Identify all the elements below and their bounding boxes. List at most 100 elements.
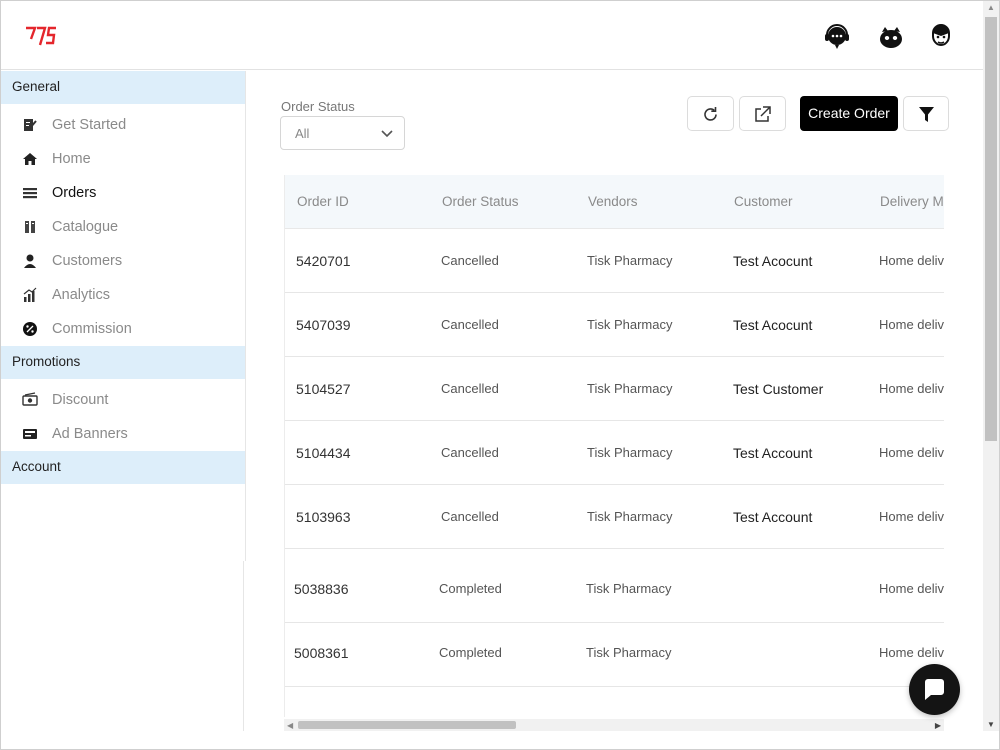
sidebar-item-customers[interactable]: Customers xyxy=(1,244,245,278)
chat-bubble-icon xyxy=(925,679,944,700)
sidebar-item-orders[interactable]: Orders xyxy=(1,176,245,210)
refresh-button[interactable] xyxy=(687,96,734,131)
sidebar-item-catalogue[interactable]: Catalogue xyxy=(1,210,245,244)
delivery-method: Home deliv xyxy=(879,317,944,332)
column-header-delivery-method[interactable]: Delivery M xyxy=(880,194,944,209)
brand-logo[interactable] xyxy=(25,25,59,49)
sidebar-section-account: Account xyxy=(1,451,245,484)
sidebar-item-commission[interactable]: Commission xyxy=(1,312,245,346)
chat-widget-button[interactable] xyxy=(909,664,960,715)
order-status-select-value: All xyxy=(295,126,310,141)
customer-name: Test Acocunt xyxy=(733,317,813,333)
edit-doc-icon xyxy=(24,119,37,131)
analytics-icon xyxy=(23,287,37,302)
sidebar-item-label: Commission xyxy=(52,321,132,337)
column-header-order-id[interactable]: Order ID xyxy=(297,194,349,209)
table-row[interactable]: 5038836 Completed Tisk Pharmacy Home del… xyxy=(285,559,944,623)
delivery-method: Home deliv xyxy=(879,581,944,596)
sidebar-item-label: Get Started xyxy=(52,117,127,133)
table-header: Order ID Order Status Vendors Customer D… xyxy=(285,175,944,229)
home-icon xyxy=(23,153,37,165)
horizontal-scroll-thumb[interactable] xyxy=(298,721,516,729)
vertical-scroll-thumb[interactable] xyxy=(985,17,997,441)
order-id: 5104527 xyxy=(296,381,351,397)
order-status: Completed xyxy=(439,581,502,596)
filter-button[interactable] xyxy=(903,96,949,131)
sidebar-item-label: Customers xyxy=(52,253,123,269)
order-id: 5038836 xyxy=(294,581,349,597)
order-status: Cancelled xyxy=(441,381,499,396)
percent-icon xyxy=(23,322,37,336)
order-id: 5104434 xyxy=(296,445,351,461)
scroll-right-arrow-icon[interactable]: ▶ xyxy=(935,721,941,730)
vendor-name: Tisk Pharmacy xyxy=(587,381,673,396)
sidebar-item-analytics[interactable]: Analytics xyxy=(1,278,245,312)
vendor-name: Tisk Pharmacy xyxy=(587,253,673,268)
top-bar xyxy=(1,1,983,70)
create-order-button[interactable]: Create Order xyxy=(800,96,898,131)
order-id: 5008361 xyxy=(294,645,349,661)
column-header-vendors[interactable]: Vendors xyxy=(588,194,638,209)
chevron-down-icon xyxy=(381,130,393,138)
order-status-select[interactable]: All xyxy=(280,116,405,150)
vendor-name: Tisk Pharmacy xyxy=(586,645,672,660)
table-row[interactable]: 5103963 Cancelled Tisk Pharmacy Test Acc… xyxy=(285,485,944,549)
customer-icon xyxy=(24,254,36,268)
table-row[interactable]: 5008361 Completed Tisk Pharmacy Home del… xyxy=(285,623,944,687)
table-row[interactable]: 5420701 Cancelled Tisk Pharmacy Test Aco… xyxy=(285,229,944,293)
table-row[interactable]: 5104527 Cancelled Tisk Pharmacy Test Cus… xyxy=(285,357,944,421)
sidebar-item-home[interactable]: Home xyxy=(1,142,245,176)
sidebar: General Get Started Home Orders Catalogu… xyxy=(1,71,246,561)
horizontal-scrollbar[interactable]: ◀ ▶ xyxy=(284,719,944,731)
sidebar-section-general: General xyxy=(1,71,245,104)
support-chat-icon[interactable] xyxy=(823,23,851,51)
sidebar-section-promotions: Promotions xyxy=(1,346,245,379)
external-link-icon xyxy=(755,106,771,122)
delivery-method: Home deliv xyxy=(879,509,944,524)
scroll-left-arrow-icon[interactable]: ◀ xyxy=(287,721,293,730)
filter-funnel-icon xyxy=(919,107,934,122)
sidebar-empty-area xyxy=(1,561,244,731)
robot-icon[interactable] xyxy=(877,23,905,51)
order-id: 5407039 xyxy=(296,317,351,333)
user-avatar-icon[interactable] xyxy=(927,23,955,51)
customer-name: Test Customer xyxy=(733,381,824,397)
vendor-name: Tisk Pharmacy xyxy=(586,581,672,596)
order-status: Cancelled xyxy=(441,317,499,332)
orders-table: Order ID Order Status Vendors Customer D… xyxy=(284,175,944,717)
delivery-method: Home deliv xyxy=(879,645,944,660)
sidebar-item-ad-banners[interactable]: Ad Banners xyxy=(1,417,245,451)
delivery-method: Home deliv xyxy=(879,253,944,268)
sidebar-item-label: Catalogue xyxy=(52,219,119,235)
sidebar-item-label: Analytics xyxy=(52,287,111,303)
vertical-scrollbar[interactable]: ▲ ▼ xyxy=(983,1,999,731)
sidebar-item-label: Ad Banners xyxy=(52,426,128,442)
banner-icon xyxy=(23,429,37,439)
table-row[interactable]: 5407039 Cancelled Tisk Pharmacy Test Aco… xyxy=(285,293,944,357)
column-header-customer[interactable]: Customer xyxy=(734,194,793,209)
scroll-up-arrow-icon[interactable]: ▲ xyxy=(987,3,995,12)
export-button[interactable] xyxy=(739,96,786,131)
discount-tag-icon xyxy=(22,392,38,406)
customer-name: Test Account xyxy=(733,445,813,461)
vendor-name: Tisk Pharmacy xyxy=(587,509,673,524)
orders-list-icon xyxy=(23,188,37,199)
order-status: Cancelled xyxy=(441,509,499,524)
order-status-filter-label: Order Status xyxy=(281,99,355,114)
sidebar-item-discount[interactable]: Discount xyxy=(1,383,245,417)
order-status: Completed xyxy=(439,645,502,660)
customer-name: Test Acocunt xyxy=(733,253,813,269)
catalogue-icon xyxy=(25,221,35,233)
vendor-name: Tisk Pharmacy xyxy=(587,317,673,332)
sidebar-item-get-started[interactable]: Get Started xyxy=(1,108,245,142)
delivery-method: Home deliv xyxy=(879,445,944,460)
delivery-method: Home deliv xyxy=(879,381,944,396)
sidebar-item-label: Orders xyxy=(52,185,97,201)
table-row[interactable]: 5104434 Cancelled Tisk Pharmacy Test Acc… xyxy=(285,421,944,485)
column-header-order-status[interactable]: Order Status xyxy=(442,194,519,209)
order-id: 5103963 xyxy=(296,509,351,525)
sidebar-item-label: Home xyxy=(52,151,91,167)
vendor-name: Tisk Pharmacy xyxy=(587,445,673,460)
scroll-down-arrow-icon[interactable]: ▼ xyxy=(987,720,995,729)
order-status: Cancelled xyxy=(441,253,499,268)
